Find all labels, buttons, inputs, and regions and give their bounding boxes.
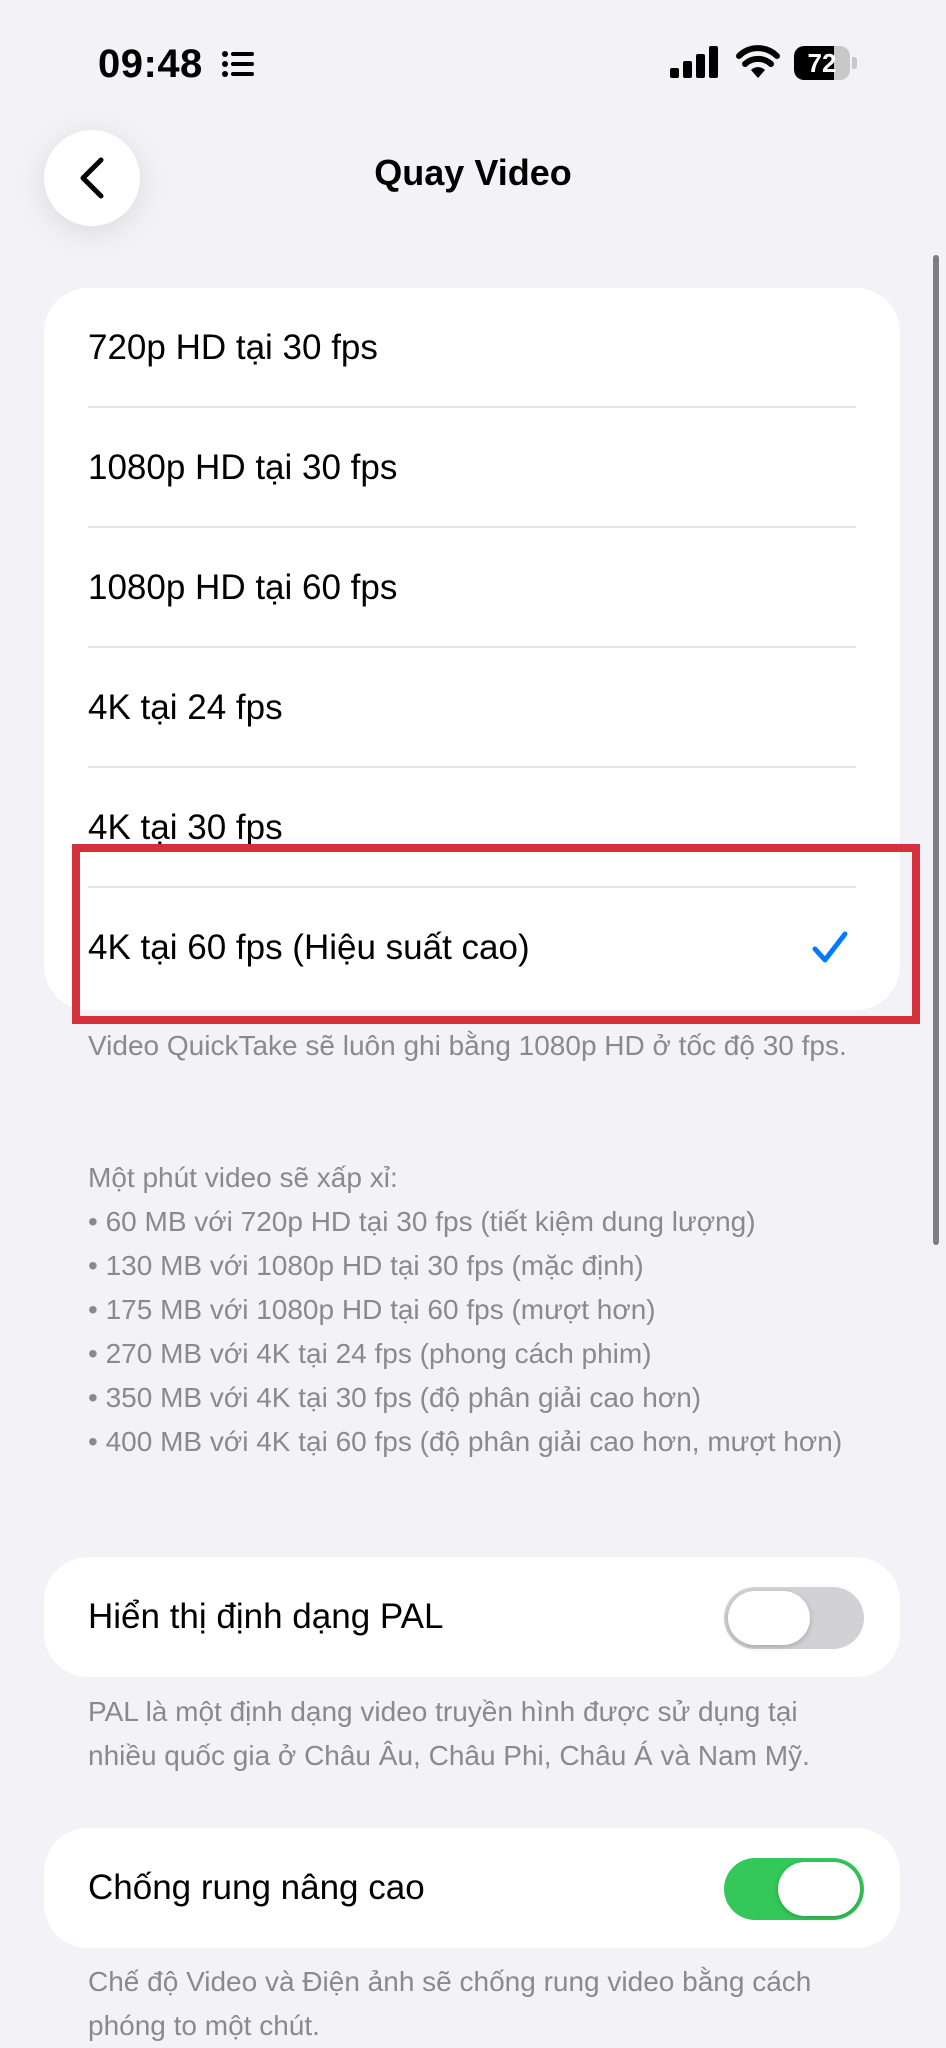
size-info-line: • 60 MB với 720p HD tại 30 fps (tiết kiệ… bbox=[88, 1206, 756, 1237]
enhanced-stabilization-row: Chống rung nâng cao bbox=[44, 1828, 900, 1948]
pal-format-label: Hiển thị định dạng PAL bbox=[88, 1597, 444, 1636]
size-info-line: • 400 MB với 4K tại 60 fps (độ phân giải… bbox=[88, 1426, 843, 1457]
option-720p-30[interactable]: 720p HD tại 30 fps bbox=[44, 288, 900, 408]
pal-format-toggle[interactable] bbox=[724, 1587, 864, 1649]
enhanced-stabilization-label: Chống rung nâng cao bbox=[88, 1868, 425, 1907]
toggle-knob bbox=[778, 1862, 860, 1916]
option-1080p-60[interactable]: 1080p HD tại 60 fps bbox=[44, 528, 900, 648]
scroll-indicator[interactable] bbox=[933, 255, 939, 1245]
focus-list-icon bbox=[222, 51, 254, 77]
page-title: Quay Video bbox=[374, 152, 572, 193]
pal-note: PAL là một định dạng video truyền hình đ… bbox=[88, 1696, 810, 1771]
size-info-line: • 130 MB với 1080p HD tại 30 fps (mặc đị… bbox=[88, 1250, 644, 1281]
pal-format-row: Hiển thị định dạng PAL bbox=[44, 1557, 900, 1677]
option-label: 720p HD tại 30 fps bbox=[88, 328, 378, 367]
quicktake-note: Video QuickTake sẽ luôn ghi bằng 1080p H… bbox=[88, 1030, 847, 1061]
size-info-line: • 350 MB với 4K tại 30 fps (độ phân giải… bbox=[88, 1382, 702, 1413]
option-label: 4K tại 24 fps bbox=[88, 688, 283, 727]
size-info: Một phút video sẽ xấp xỉ: • 60 MB với 72… bbox=[88, 1156, 848, 1464]
option-4k-24[interactable]: 4K tại 24 fps bbox=[44, 648, 900, 768]
battery-level: 72 bbox=[807, 48, 837, 78]
selection-highlight-box bbox=[72, 844, 920, 1024]
toggle-knob bbox=[728, 1591, 810, 1645]
clock: 09:48 bbox=[98, 42, 203, 86]
size-info-line: • 270 MB với 4K tại 24 fps (phong cách p… bbox=[88, 1338, 652, 1369]
enhanced-stabilization-toggle[interactable] bbox=[724, 1858, 864, 1920]
size-info-line: • 175 MB với 1080p HD tại 60 fps (mượt h… bbox=[88, 1294, 656, 1325]
option-1080p-30[interactable]: 1080p HD tại 30 fps bbox=[44, 408, 900, 528]
stabilization-note: Chế độ Video và Điện ảnh sẽ chống rung v… bbox=[88, 1966, 812, 2041]
battery-icon: 72 bbox=[794, 46, 858, 80]
status-bar: 09:48 72 bbox=[0, 0, 946, 130]
wifi-icon bbox=[736, 45, 780, 78]
size-info-heading: Một phút video sẽ xấp xỉ: bbox=[88, 1162, 398, 1193]
option-label: 1080p HD tại 30 fps bbox=[88, 448, 398, 487]
cellular-signal-icon bbox=[670, 46, 718, 78]
option-label: 1080p HD tại 60 fps bbox=[88, 568, 398, 607]
